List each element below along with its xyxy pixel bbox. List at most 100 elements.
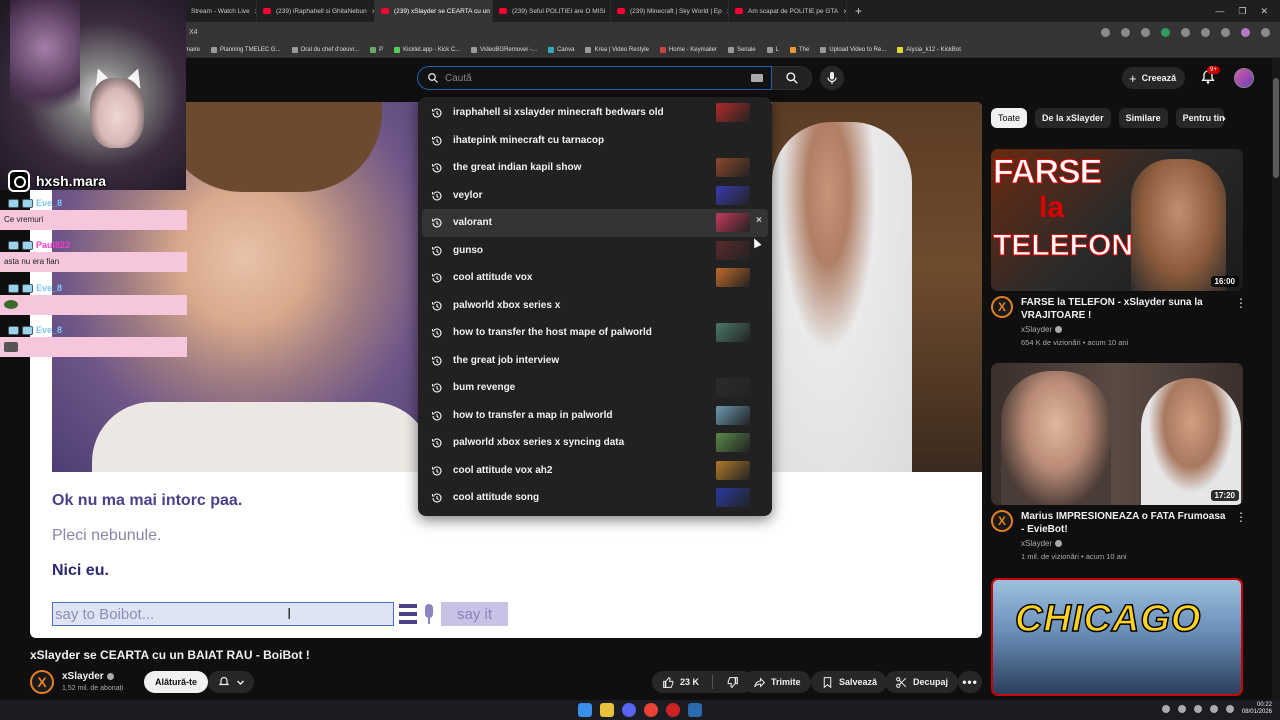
channel-avatar[interactable]: X <box>30 670 54 694</box>
say-it-button[interactable]: say it <box>441 602 508 626</box>
bookmark[interactable]: VideoBGRemover -... <box>471 46 537 53</box>
chip-all[interactable]: Toate <box>991 108 1028 128</box>
voice-search-button[interactable] <box>820 66 844 90</box>
channel-avatar[interactable]: X <box>991 296 1013 318</box>
bookmark[interactable]: maire <box>185 47 200 53</box>
bot-menu-icon[interactable] <box>399 604 417 624</box>
keyboard-icon[interactable] <box>751 74 763 82</box>
close-window-icon[interactable]: ✕ <box>1260 6 1268 17</box>
puzzle-icon[interactable] <box>1201 27 1210 37</box>
browser-tab[interactable]: Am scapat de POLITIE pe GTA × <box>729 0 847 22</box>
browser-tab-active[interactable]: (239) xSlayder se CEARTA cu un × <box>375 0 493 22</box>
bookmark[interactable]: Krea | Video Restyle <box>585 46 649 53</box>
browser-tab[interactable]: (239) Seful POLITIEI are O MISI × <box>493 0 611 22</box>
volume-icon[interactable] <box>1225 705 1234 713</box>
search-suggestion[interactable]: palworld xbox series x syncing data <box>418 429 772 457</box>
bot-chat-input[interactable] <box>52 602 394 626</box>
remove-suggestion-icon[interactable]: × <box>756 215 762 226</box>
search-suggestion[interactable]: cool attitude vox ah2 <box>418 457 772 485</box>
search-suggestion[interactable]: iraphahell si xslayder minecraft bedwars… <box>418 99 772 127</box>
search-suggestion[interactable]: palworld xbox series x <box>418 292 772 320</box>
search-suggestion[interactable]: the great job interview <box>418 347 772 375</box>
bookmark[interactable]: Alysia_k12 - KickBot <box>897 46 961 53</box>
bookmark[interactable]: P <box>370 46 383 53</box>
recommendation-title[interactable]: FARSE la TELEFON - xSlayder suna la VRAJ… <box>1021 296 1226 322</box>
recommendation-thumbnail[interactable]: CHICAGO <box>991 578 1243 696</box>
bookmark[interactable]: L <box>766 46 779 53</box>
bookmark[interactable]: Home - Keymailer <box>659 46 717 53</box>
save-button[interactable]: Salvează <box>811 671 888 693</box>
new-tab-button[interactable]: + <box>847 4 870 18</box>
windows-start-icon[interactable] <box>578 703 592 717</box>
search-suggestion[interactable]: how to transfer a map in palworld <box>418 402 772 430</box>
search-suggestion[interactable]: bum revenge <box>418 374 772 402</box>
address-bar[interactable]: X4 <box>185 22 1280 42</box>
search-suggestion[interactable]: how to transfer the host mape of palworl… <box>418 319 772 347</box>
bookmark[interactable]: Kicklet.app - Kick C... <box>394 46 460 53</box>
tray-icon[interactable] <box>1177 705 1186 713</box>
extension-icon[interactable] <box>1221 27 1230 37</box>
account-avatar[interactable] <box>1234 68 1254 88</box>
recommendation-title[interactable]: Marius IMPRESIONEAZA o FATA Frumoasa - E… <box>1021 510 1226 536</box>
search-box[interactable] <box>417 66 772 90</box>
recommendation-thumbnail[interactable]: FARSE la TELEFON 16:00 <box>991 149 1243 291</box>
wifi-icon[interactable] <box>1209 705 1218 713</box>
search-suggestion[interactable]: gunso <box>418 237 772 265</box>
recommendation-thumbnail[interactable]: 17:20 <box>991 363 1243 505</box>
search-suggestion[interactable]: the great indian kapil show <box>418 154 772 182</box>
like-count[interactable]: 23 K <box>680 677 699 687</box>
minimize-icon[interactable]: — <box>1215 6 1224 17</box>
create-button[interactable]: + Creează <box>1122 67 1186 89</box>
search-suggestion[interactable]: valorant × <box>422 209 768 237</box>
file-explorer-icon[interactable] <box>600 703 614 717</box>
extension-icon[interactable] <box>1101 27 1110 37</box>
bookmark[interactable]: Seriale <box>727 46 756 53</box>
chip-similar[interactable]: Similare <box>1118 108 1168 128</box>
chip-from-channel[interactable]: De la xSlayder <box>1035 108 1111 128</box>
tray-icon[interactable] <box>1161 705 1170 713</box>
system-clock[interactable]: 00:22 08/01/2026 <box>1242 702 1272 716</box>
search-button[interactable] <box>772 66 812 90</box>
menu-dots-icon[interactable] <box>1261 27 1270 37</box>
share-button[interactable]: Trimite <box>743 671 811 693</box>
profile-icon[interactable] <box>1241 27 1250 37</box>
browser-tab[interactable]: (239) Minecraft | Sky World | Ep × <box>611 0 729 22</box>
app-icon[interactable] <box>666 703 680 717</box>
clip-button[interactable]: Decupaj <box>885 671 959 693</box>
join-button[interactable]: Alătură-te <box>144 671 209 693</box>
recommendation-channel[interactable]: xSlayder <box>1021 539 1063 548</box>
extension-icon[interactable] <box>1181 27 1190 37</box>
recommendation-channel[interactable]: xSlayder <box>1021 325 1063 334</box>
thumbs-up-icon[interactable] <box>662 676 675 689</box>
extension-icon[interactable] <box>1161 27 1170 37</box>
browser-tab[interactable]: (239) iRaphahell si GhitaNebun × <box>257 0 375 22</box>
bookmark[interactable]: Planning TMELEC G... <box>211 46 281 53</box>
search-suggestion[interactable]: cool attitude song <box>418 484 772 512</box>
maximize-icon[interactable]: ❐ <box>1238 6 1246 17</box>
microphone-icon[interactable] <box>422 602 436 626</box>
zoom-icon[interactable] <box>1121 27 1130 37</box>
chip-for-you[interactable]: Pentru tine <box>1175 108 1224 128</box>
chevron-right-icon[interactable]: › <box>1222 111 1226 125</box>
bookmark[interactable]: Canva <box>548 46 574 53</box>
search-suggestion[interactable]: veylor <box>418 182 772 210</box>
more-vertical-icon[interactable]: ⋮ <box>1235 296 1247 310</box>
tray-icon[interactable] <box>1193 705 1202 713</box>
more-vertical-icon[interactable]: ⋮ <box>1235 510 1247 524</box>
bookmark-star-icon[interactable] <box>1141 27 1150 37</box>
chrome-icon[interactable] <box>644 703 658 717</box>
bookmark[interactable]: Upload Video to Re... <box>820 46 886 53</box>
browser-tab[interactable]: Stream - Watch Live × <box>185 0 257 22</box>
bookmark[interactable]: Oral du chef d'oeuvr... <box>291 46 359 53</box>
bookmark[interactable]: The <box>789 46 809 53</box>
channel-avatar[interactable]: X <box>991 510 1013 532</box>
search-input[interactable] <box>445 69 735 87</box>
subscription-bell-button[interactable] <box>208 671 254 693</box>
steam-icon[interactable] <box>688 703 702 717</box>
more-actions-button[interactable]: ••• <box>958 671 982 693</box>
search-suggestion[interactable]: cool attitude vox <box>418 264 772 292</box>
search-suggestion[interactable]: ihatepink minecraft cu tarnacop <box>418 127 772 155</box>
discord-icon[interactable] <box>622 703 636 717</box>
thumbs-down-icon[interactable] <box>726 676 739 689</box>
channel-name[interactable]: xSlayder <box>62 671 114 682</box>
